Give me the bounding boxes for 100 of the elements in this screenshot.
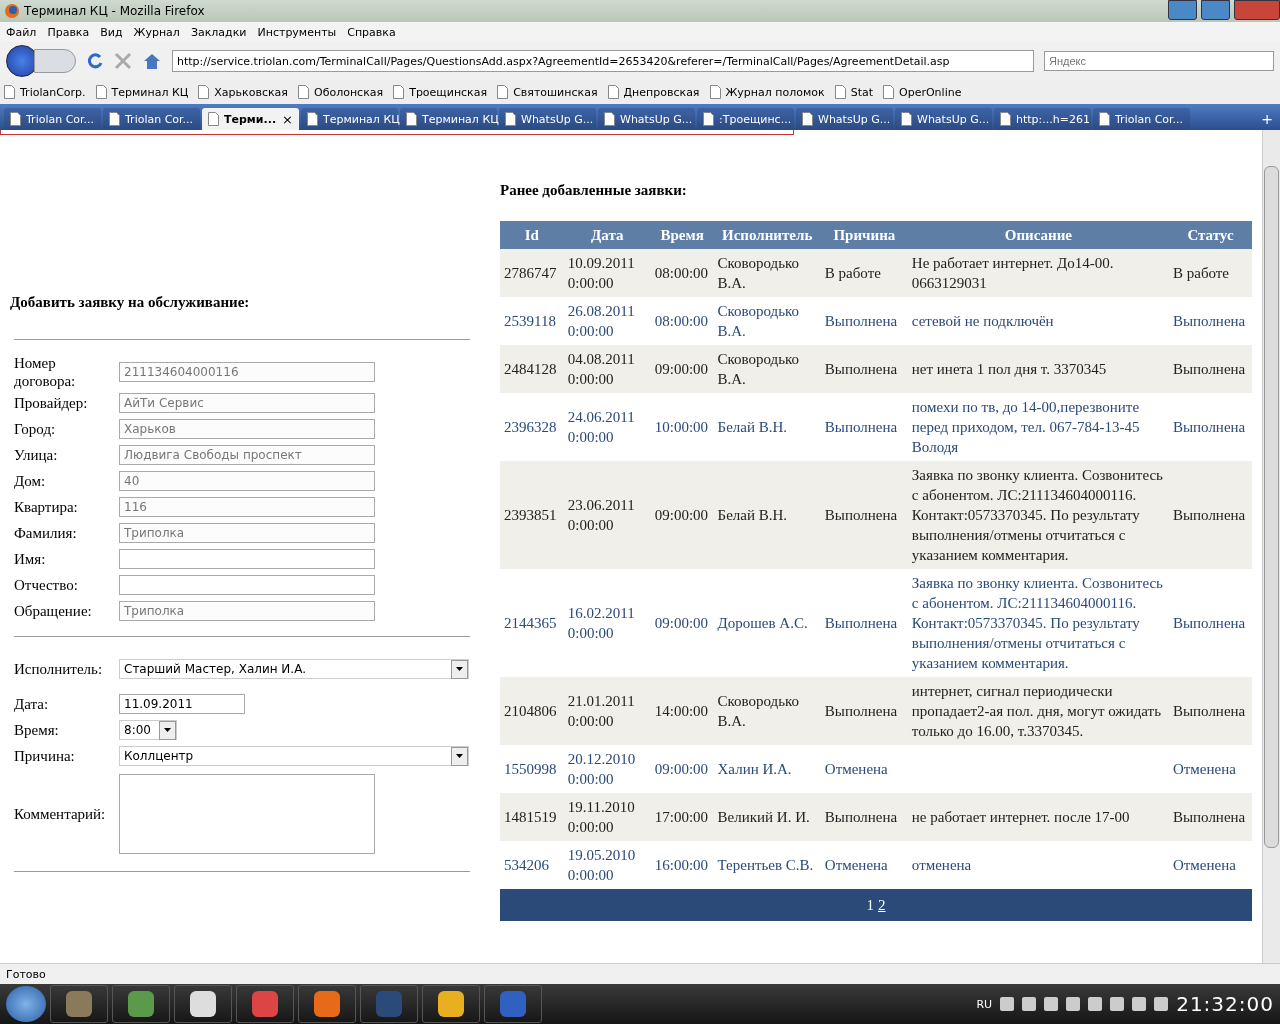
table-cell[interactable]: Выполнена [1168, 297, 1252, 345]
browser-tab[interactable]: Терми... × [202, 108, 299, 130]
browser-tab[interactable]: Triolan Cor... [103, 108, 200, 130]
bookmark[interactable]: Харьковская [198, 85, 288, 99]
tray-icon[interactable] [1066, 997, 1081, 1011]
menu-item[interactable]: Инструменты [257, 25, 337, 39]
table-cell[interactable]: 16:00:00 [650, 841, 714, 889]
minimize-button[interactable] [1168, 0, 1197, 20]
tray-icon[interactable] [1022, 997, 1037, 1011]
table-cell[interactable]: помехи по тв, до 14-00,перезвоните перед приходом, тел. 067-784-13-45 Володя [907, 393, 1169, 461]
table-cell[interactable]: 24.06.2011 0:00:00 [563, 393, 651, 461]
taskbar-button[interactable] [174, 985, 232, 1023]
menu-item[interactable]: Правка [47, 25, 90, 39]
tray-icon[interactable] [1154, 997, 1169, 1011]
tray-icon[interactable] [1044, 997, 1059, 1011]
tray-icon[interactable] [1000, 997, 1015, 1011]
table-cell[interactable]: 1550998 [500, 745, 564, 793]
menu-item[interactable]: Закладки [190, 25, 247, 39]
table-cell[interactable]: 534206 [500, 841, 564, 889]
bookmark[interactable]: Троещинская [393, 85, 488, 99]
bookmark[interactable]: Журнал поломок [709, 85, 825, 99]
bookmark[interactable]: Stat [834, 85, 873, 99]
browser-tab[interactable]: WhatsUp G... [796, 108, 893, 130]
scrollbar[interactable] [1262, 130, 1280, 963]
table-cell[interactable]: 2539118 [500, 297, 564, 345]
dropdown[interactable]: Коллцентр [119, 746, 469, 766]
browser-tab[interactable]: Терминал КЦ [301, 108, 398, 130]
bookmark[interactable]: Днепровская [607, 85, 700, 99]
table-cell[interactable]: Отменена [1168, 745, 1252, 793]
table-cell[interactable]: 2396328 [500, 393, 564, 461]
table-cell[interactable]: сетевой не подключён [907, 297, 1169, 345]
bookmark[interactable]: Оболонская [298, 85, 384, 99]
menu-item[interactable]: Файл [6, 25, 37, 39]
date-field[interactable]: 11.09.2011 [119, 694, 245, 714]
table-cell[interactable]: Выполнена [1168, 569, 1252, 677]
menu-item[interactable]: Справка [347, 25, 396, 39]
address-field[interactable]: http://service.triolan.com/TerminalCall/Pages/QuestionsAdd.aspx?AgreementId=2653420&referer=/TerminalCall/Pages/AgreementDetail.asp [172, 50, 1034, 72]
browser-tab[interactable]: :Троещинс... [697, 108, 794, 130]
start-button[interactable] [6, 986, 46, 1022]
table-cell[interactable]: 20.12.2010 0:00:00 [563, 745, 651, 793]
taskbar-button[interactable] [112, 985, 170, 1023]
browser-tab[interactable]: Терминал КЦ [400, 108, 497, 130]
table-cell[interactable]: 09:00:00 [650, 569, 714, 677]
taskbar-button[interactable] [298, 985, 356, 1023]
dropdown[interactable]: Старший Мастер, Халин И.А. [119, 659, 469, 679]
bookmark[interactable]: OperOnline [883, 85, 962, 99]
table-cell[interactable]: 09:00:00 [650, 745, 714, 793]
tray-icon[interactable] [1088, 997, 1103, 1011]
table-cell[interactable]: 19.05.2010 0:00:00 [563, 841, 651, 889]
taskbar-button[interactable] [422, 985, 480, 1023]
table-cell[interactable]: Выполнена [820, 569, 908, 677]
field-label: Отчество: [14, 576, 79, 594]
table-cell[interactable]: Дорошев А.С. [713, 569, 821, 677]
table-cell[interactable]: 08:00:00 [650, 297, 714, 345]
browser-tab[interactable]: http:...h=261 [994, 108, 1091, 130]
bookmark[interactable]: Святошинская [497, 85, 598, 99]
text-field[interactable] [119, 549, 375, 569]
close-tab-button[interactable]: × [282, 111, 293, 127]
browser-tab[interactable]: Triolan Cor... [1093, 108, 1190, 130]
time-select[interactable]: 8:00 [119, 720, 177, 740]
table-cell[interactable]: Выполнена [1168, 393, 1252, 461]
table-cell[interactable]: отменена [907, 841, 1169, 889]
table-cell[interactable]: Отменена [820, 841, 908, 889]
reload-icon[interactable] [86, 52, 104, 70]
comment-field[interactable] [119, 774, 375, 854]
browser-tab[interactable]: Triolan Cor... [4, 108, 101, 130]
page-link[interactable]: 1 [866, 896, 874, 913]
bookmark[interactable]: TriolanCorp. [4, 85, 86, 99]
table-cell[interactable]: 2144365 [500, 569, 564, 677]
table-cell[interactable]: Отменена [1168, 841, 1252, 889]
close-button[interactable] [1234, 0, 1280, 20]
table-cell[interactable]: Сковородько В.А. [713, 297, 821, 345]
text-field[interactable] [119, 575, 375, 595]
scrollbar-thumb[interactable] [1264, 166, 1279, 848]
home-icon[interactable] [142, 52, 162, 70]
new-tab-button[interactable]: + [1254, 108, 1280, 130]
menu-item[interactable]: Журнал [133, 25, 180, 39]
browser-tab[interactable]: WhatsUp G... [598, 108, 695, 130]
table-cell[interactable]: 16.02.2011 0:00:00 [563, 569, 651, 677]
browser-tab[interactable]: WhatsUp G... [499, 108, 596, 130]
search-field[interactable]: Яндекс [1044, 51, 1274, 71]
table-cell[interactable]: Выполнена [820, 393, 908, 461]
table-cell[interactable]: Выполнена [820, 297, 908, 345]
tray-icon[interactable] [1110, 997, 1125, 1011]
table-cell[interactable]: 26.08.2011 0:00:00 [563, 297, 651, 345]
browser-tab[interactable]: WhatsUp G... [895, 108, 992, 130]
table-cell: Сковородько В.А. [713, 345, 821, 393]
table-cell[interactable]: Заявка по звонку клиента. Созвонитесь с абонентом. ЛС:211134604000116. Контакт:0573370345. По результату выполнения/отмены отчитаться с указанием комментария. [907, 569, 1169, 677]
table-cell[interactable]: Терентьев С.В. [713, 841, 821, 889]
page-link[interactable]: 2 [878, 896, 886, 913]
table-cell[interactable]: Отменена [820, 745, 908, 793]
column-header: Дата [563, 221, 651, 249]
menu-item[interactable]: Вид [100, 25, 123, 39]
tray-icon[interactable] [1132, 997, 1147, 1011]
table-cell[interactable]: 10:00:00 [650, 393, 714, 461]
bookmark[interactable]: Терминал КЦ [95, 85, 189, 99]
table-cell[interactable]: Белай В.Н. [713, 393, 821, 461]
restore-button[interactable] [1201, 0, 1230, 20]
table-cell[interactable]: Халин И.А. [713, 745, 821, 793]
language-indicator[interactable]: RU [976, 997, 993, 1011]
